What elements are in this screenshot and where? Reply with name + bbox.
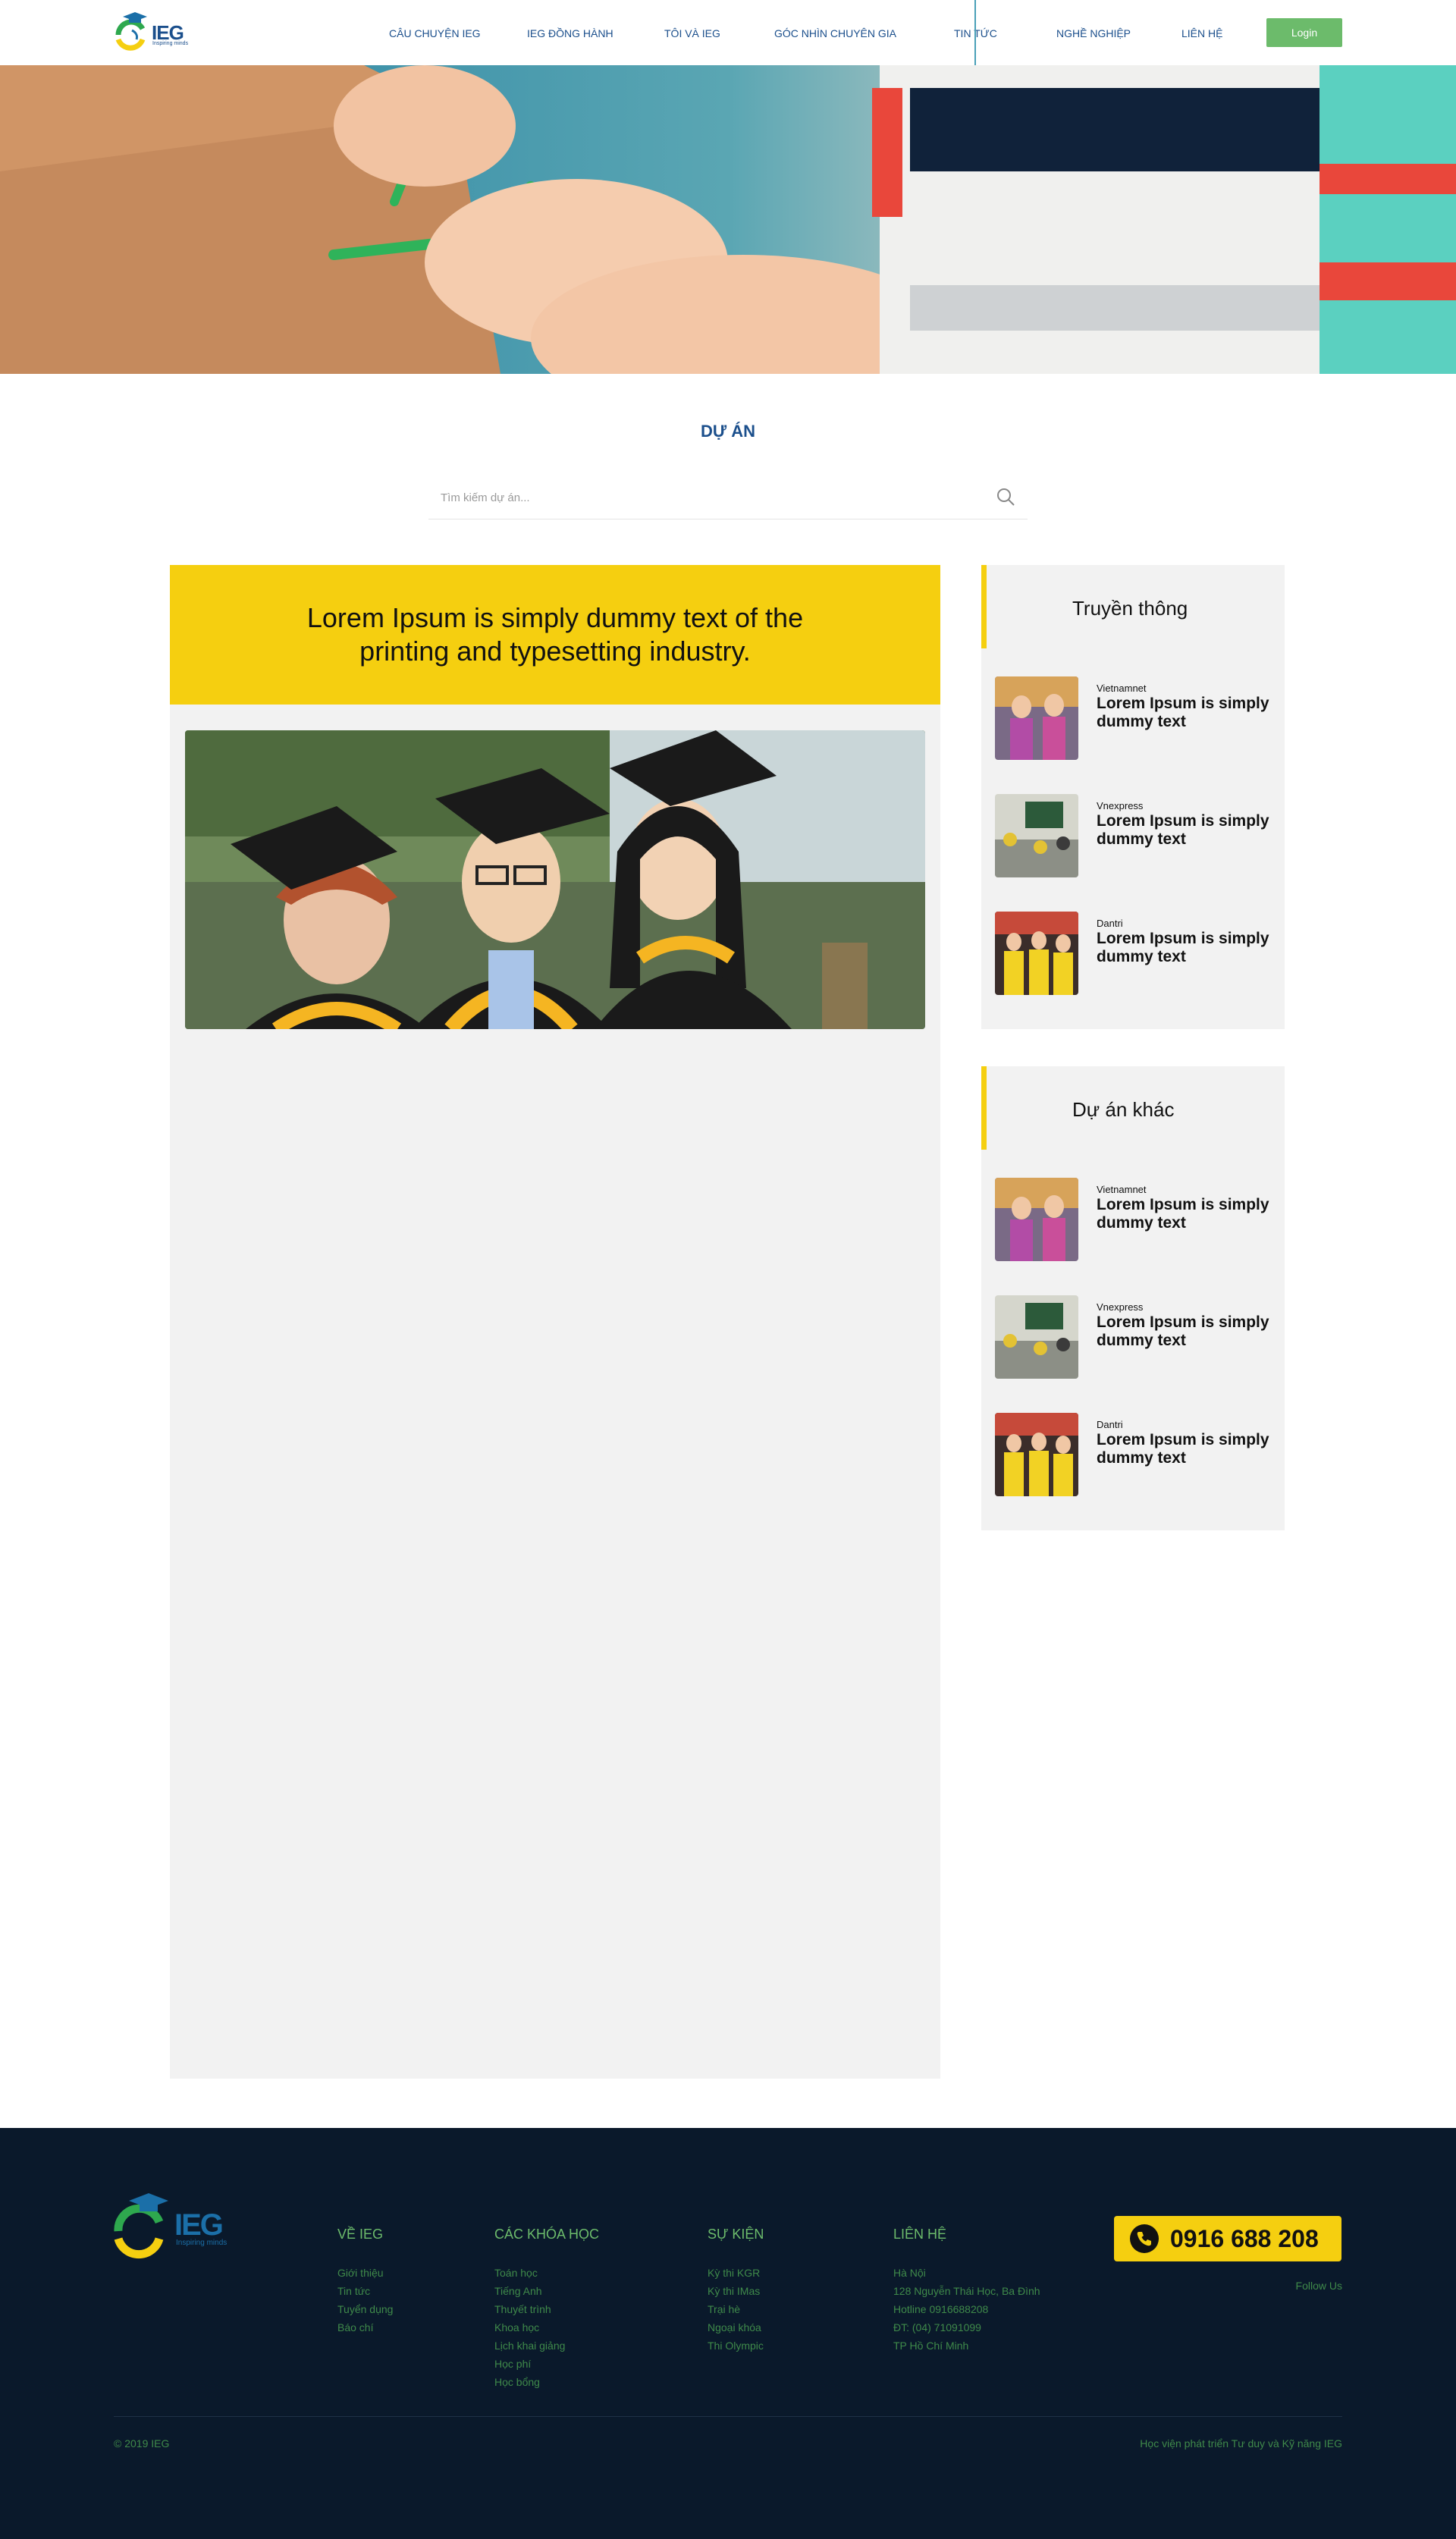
- media-sidebar-header: Truyền thông: [981, 565, 1285, 648]
- project-source: Vietnamnet: [1097, 1184, 1147, 1195]
- hero-banner-image: [0, 65, 1456, 374]
- footer-link-ky-thi-imas[interactable]: Kỳ thi IMas: [708, 2282, 764, 2300]
- media-source: Vnexpress: [1097, 800, 1144, 811]
- project-thumbnail: [995, 1295, 1078, 1379]
- classroom-thumbnail-illustration: [995, 794, 1078, 877]
- contact-city-hcm: TP Hồ Chí Minh: [893, 2340, 969, 2352]
- project-item-vnexpress[interactable]: Vnexpress Lorem Ipsum is simply dummy te…: [995, 1295, 1276, 1380]
- contact-city-hanoi: Hà Nội: [893, 2267, 926, 2279]
- media-title: Lorem Ipsum is simply dummy text: [1097, 930, 1269, 965]
- project-source: Vnexpress: [1097, 1301, 1144, 1313]
- footer-logo-subtext: Inspiring minds: [176, 2239, 228, 2247]
- project-thumbnail: [995, 1413, 1078, 1496]
- footer-slogan: Học viện phát triển Tư duy và Kỹ năng IE…: [1140, 2437, 1342, 2450]
- nav-item-cau-chuyen-ieg[interactable]: CÂU CHUYỆN IEG: [389, 27, 481, 39]
- project-title: Lorem Ipsum is simply dummy text: [1097, 1313, 1269, 1349]
- project-detail-card: Lorem Ipsum is simply dummy text of the …: [170, 565, 940, 2079]
- students-thumbnail-illustration: [995, 1413, 1078, 1496]
- project-item-vietnamnet[interactable]: Vietnamnet Lorem Ipsum is simply dummy t…: [995, 1178, 1276, 1263]
- copyright-text: © 2019 IEG: [114, 2437, 170, 2450]
- footer-link-ngoai-khoa[interactable]: Ngoại khóa: [708, 2318, 764, 2337]
- kids-thumbnail-illustration: [995, 1178, 1078, 1261]
- login-button[interactable]: Login: [1266, 18, 1342, 47]
- footer-divider: [114, 2416, 1342, 2417]
- kids-thumbnail-illustration: [995, 676, 1078, 760]
- footer-col-about: VỀ IEG Giới thiệu Tin tức Tuyển dụng Báo…: [337, 2227, 393, 2337]
- project-search-bar: [428, 476, 1028, 519]
- hero-illustration: [0, 65, 1456, 374]
- follow-us-link[interactable]: Follow Us: [1296, 2280, 1342, 2292]
- footer-logo-text: IEG: [174, 2208, 224, 2242]
- project-source: Dantri: [1097, 1419, 1123, 1430]
- media-item-vnexpress[interactable]: Vnexpress Lorem Ipsum is simply dummy te…: [995, 794, 1276, 879]
- hotline-button[interactable]: 0916 688 208: [1114, 2216, 1341, 2261]
- project-thumbnail: [995, 1178, 1078, 1261]
- nav-item-toi-va-ieg[interactable]: TÔI VÀ IEG: [664, 27, 720, 39]
- project-item-dantri[interactable]: Dantri Lorem Ipsum is simply dummy text: [995, 1413, 1276, 1498]
- media-source: Dantri: [1097, 918, 1123, 929]
- active-nav-indicator: [974, 0, 976, 65]
- project-title: Lorem Ipsum is simply dummy text: [1097, 1196, 1269, 1232]
- footer-link-lich-khai-giang[interactable]: Lịch khai giảng: [494, 2337, 599, 2355]
- footer-col-title: VỀ IEG: [337, 2227, 384, 2242]
- students-thumbnail-illustration: [995, 912, 1078, 995]
- other-projects-header: Dự án khác: [981, 1066, 1285, 1150]
- footer-link-ky-thi-kgr[interactable]: Kỳ thi KGR: [708, 2264, 764, 2282]
- footer-col-title: SỰ KIỆN: [708, 2227, 764, 2242]
- footer-col-title: LIÊN HỆ: [893, 2227, 947, 2242]
- project-headline-banner: Lorem Ipsum is simply dummy text of the …: [170, 565, 940, 705]
- footer-link-tuyen-dung[interactable]: Tuyển dụng: [337, 2300, 393, 2318]
- nav-item-nghe-nghiep[interactable]: NGHỀ NGHIỆP: [1056, 27, 1131, 39]
- media-sidebar-title: Truyền thông: [1072, 597, 1188, 620]
- site-footer: IEG Inspiring minds VỀ IEG Giới thiệu Ti…: [0, 2128, 1456, 2539]
- footer-col-events: SỰ KIỆN Kỳ thi KGR Kỳ thi IMas Trại hè N…: [708, 2227, 764, 2355]
- media-item-vietnamnet[interactable]: Vietnamnet Lorem Ipsum is simply dummy t…: [995, 676, 1276, 761]
- footer-col-title: CÁC KHÓA HỌC: [494, 2227, 600, 2242]
- nav-item-lien-he[interactable]: LIÊN HỆ: [1181, 27, 1222, 39]
- media-title: Lorem Ipsum is simply dummy text: [1097, 812, 1269, 848]
- footer-link-toan-hoc[interactable]: Toán học: [494, 2264, 599, 2282]
- footer-logo-icon: [114, 2193, 168, 2259]
- project-headline: Lorem Ipsum is simply dummy text of the …: [306, 602, 804, 667]
- project-title: Lorem Ipsum is simply dummy text: [1097, 1431, 1269, 1467]
- media-thumbnail: [995, 676, 1078, 760]
- media-item-dantri[interactable]: Dantri Lorem Ipsum is simply dummy text: [995, 912, 1276, 996]
- classroom-thumbnail-illustration: [995, 1295, 1078, 1379]
- footer-link-bao-chi[interactable]: Báo chí: [337, 2318, 393, 2337]
- footer-link-thi-olympic[interactable]: Thi Olympic: [708, 2337, 764, 2355]
- graduates-photo: [185, 730, 925, 1029]
- other-projects-title: Dự án khác: [1072, 1098, 1175, 1121]
- nav-item-goc-nhin-chuyen-gia[interactable]: GÓC NHÌN CHUYÊN GIA: [774, 27, 896, 39]
- footer-link-khoa-hoc[interactable]: Khoa học: [494, 2318, 599, 2337]
- footer-link-trai-he[interactable]: Trại hè: [708, 2300, 764, 2318]
- media-thumbnail: [995, 912, 1078, 995]
- footer-link-tin-tuc[interactable]: Tin tức: [337, 2282, 393, 2300]
- search-icon[interactable]: [996, 487, 1015, 507]
- footer-col-contact: LIÊN HỆ Hà Nội 128 Nguyễn Thái Học, Ba Đ…: [893, 2227, 1040, 2355]
- footer-link-thuyet-trinh[interactable]: Thuyết trình: [494, 2300, 599, 2318]
- contact-address: 128 Nguyễn Thái Học, Ba Đình: [893, 2285, 1040, 2297]
- phone-icon: [1130, 2224, 1159, 2253]
- media-title: Lorem Ipsum is simply dummy text: [1097, 695, 1269, 730]
- main-nav: CÂU CHUYỆN IEG IEG ĐỒNG HÀNH TÔI VÀ IEG …: [0, 0, 1456, 65]
- other-projects-sidebar: Dự án khác Vietnamnet Lorem Ipsum is sim…: [981, 1066, 1285, 1530]
- media-sidebar: Truyền thông Vietnamnet Lorem Ipsum is s…: [981, 565, 1285, 1029]
- footer-link-tieng-anh[interactable]: Tiếng Anh: [494, 2282, 599, 2300]
- footer-link-hoc-phi[interactable]: Học phí: [494, 2355, 599, 2373]
- footer-link-gioi-thieu[interactable]: Giới thiệu: [337, 2264, 393, 2282]
- page-title: DỰ ÁN: [700, 422, 756, 441]
- contact-hotline: Hotline 0916688208: [893, 2303, 989, 2315]
- project-search-input[interactable]: [439, 485, 973, 510]
- site-header: IEG Inspiring minds CÂU CHUYỆN IEG IEG Đ…: [0, 0, 1456, 65]
- hotline-number: 0916 688 208: [1170, 2224, 1319, 2252]
- media-source: Vietnamnet: [1097, 683, 1147, 694]
- graduates-illustration: [185, 730, 925, 1029]
- footer-logo[interactable]: IEG Inspiring minds: [112, 2189, 241, 2264]
- footer-col-courses: CÁC KHÓA HỌC Toán học Tiếng Anh Thuyết t…: [494, 2227, 599, 2391]
- nav-item-ieg-dong-hanh[interactable]: IEG ĐỒNG HÀNH: [527, 27, 613, 39]
- contact-phone: ĐT: (04) 71091099: [893, 2321, 981, 2333]
- media-thumbnail: [995, 794, 1078, 877]
- footer-link-hoc-bong[interactable]: Học bổng: [494, 2373, 599, 2391]
